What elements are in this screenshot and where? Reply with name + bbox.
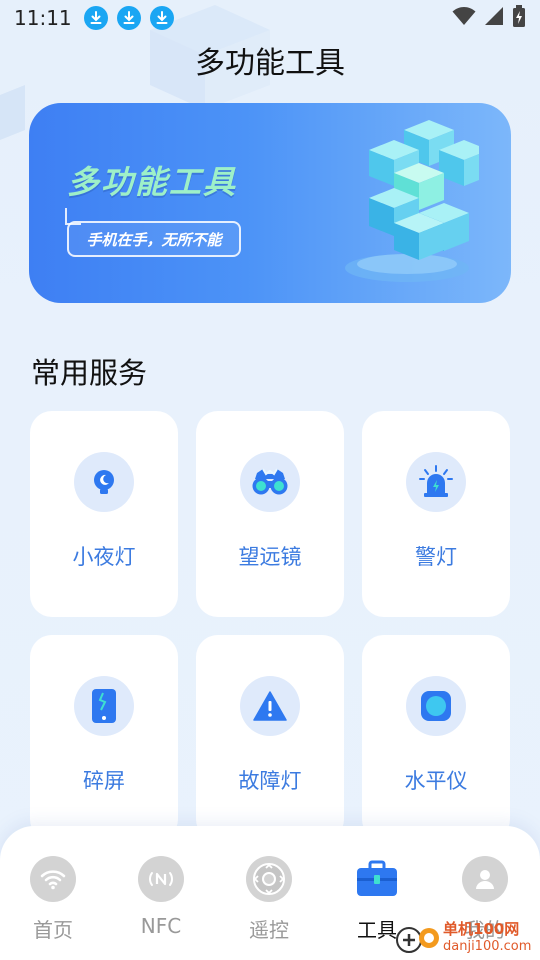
service-card-night-light[interactable]: 小夜灯 <box>30 411 178 617</box>
service-label: 故障灯 <box>238 769 302 793</box>
tab-label: NFC <box>140 914 182 938</box>
service-card-siren[interactable]: 警灯 <box>362 411 510 617</box>
services-grid: 小夜灯 望远镜 警灯 碎屏 故障灯 水平仪 <box>30 411 510 841</box>
banner-slogan: 手机在手，无所不能 <box>67 221 241 257</box>
page-title: 多功能工具 <box>195 46 345 81</box>
user-icon <box>462 856 508 902</box>
download-icon <box>149 6 174 30</box>
binoculars-icon <box>240 452 300 512</box>
watermark: 单机100网 danji100.com <box>395 916 540 960</box>
watermark-logo-icon <box>396 927 439 953</box>
service-card-binoculars[interactable]: 望远镜 <box>196 411 344 617</box>
service-label: 碎屏 <box>83 769 125 793</box>
status-time: 11:11 <box>14 6 72 30</box>
nfc-icon <box>138 856 184 902</box>
download-icon <box>83 6 108 30</box>
service-label: 警灯 <box>415 545 457 569</box>
tab-remote[interactable]: 遥控 <box>219 856 319 943</box>
banner[interactable]: 多功能工具 手机在手，无所不能 <box>29 103 511 303</box>
watermark-line2: danji100.com <box>443 939 532 954</box>
service-card-fault-light[interactable]: 故障灯 <box>196 635 344 841</box>
tab-label: 遥控 <box>249 918 289 942</box>
toolbox-icon <box>354 856 400 902</box>
tab-label: 首页 <box>33 918 73 942</box>
night-light-icon <box>74 452 134 512</box>
siren-icon <box>406 452 466 512</box>
level-icon <box>406 676 466 736</box>
broken-screen-icon <box>74 676 134 736</box>
service-card-level[interactable]: 水平仪 <box>362 635 510 841</box>
tab-nfc[interactable]: NFC <box>111 856 211 938</box>
service-label: 水平仪 <box>404 769 468 793</box>
service-label: 望远镜 <box>238 545 302 569</box>
wifi-icon <box>30 856 76 902</box>
battery-icon <box>512 5 526 31</box>
cell-signal-icon <box>484 6 504 30</box>
status-bar: 11:11 <box>0 0 540 36</box>
tab-home[interactable]: 首页 <box>3 856 103 943</box>
section-title: 常用服务 <box>31 356 148 390</box>
watermark-line1: 单机100网 <box>443 920 520 938</box>
banner-title: 多功能工具 <box>67 163 238 201</box>
service-card-broken-screen[interactable]: 碎屏 <box>30 635 178 841</box>
warning-triangle-icon <box>240 676 300 736</box>
remote-icon <box>246 856 292 902</box>
download-icon <box>116 6 141 30</box>
cubes-icon <box>345 120 479 282</box>
service-label: 小夜灯 <box>72 545 136 569</box>
wifi-signal-icon <box>452 6 476 30</box>
